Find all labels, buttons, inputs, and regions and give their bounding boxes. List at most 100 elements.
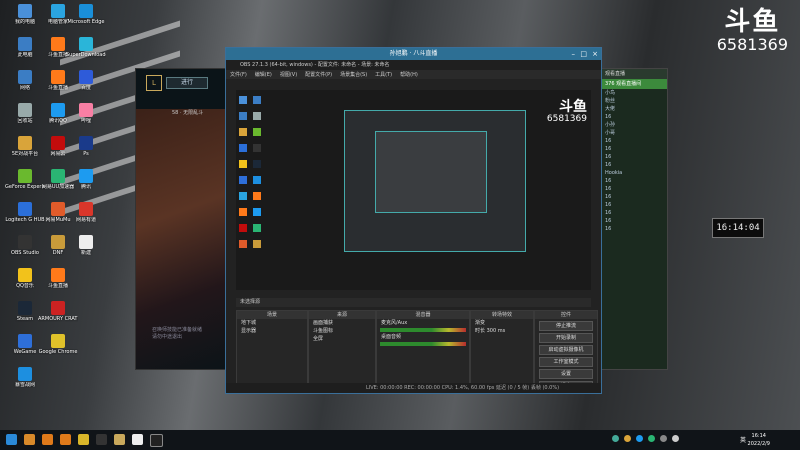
steam-icon xyxy=(18,301,32,315)
recycle-bin-icon xyxy=(18,103,32,117)
sources-item[interactable]: 全屏 xyxy=(309,335,375,343)
menu-item[interactable]: 文件(F) xyxy=(226,71,251,80)
mixer-item[interactable]: 麦克风/Aux xyxy=(377,319,469,327)
chrome-icon xyxy=(51,334,65,348)
sources-dock[interactable]: 来源 画面捕获 斗鱼图标 全屏 xyxy=(308,310,376,384)
desktop-icon[interactable]: 暴雪战网 xyxy=(5,367,45,388)
desktop-icon[interactable]: Ps xyxy=(66,136,106,157)
obs-preview[interactable]: 斗鱼 6581369 xyxy=(236,90,591,290)
chat-message: 16 xyxy=(605,162,612,168)
menu-item[interactable]: 场景集合(S) xyxy=(336,71,371,80)
taskbar-app-icon[interactable] xyxy=(114,434,125,445)
controls-item[interactable]: 工作室模式 xyxy=(539,357,593,367)
desktop-icon[interactable]: ARMOURY CRATE xyxy=(38,301,78,322)
controls-item[interactable]: 启动虚拟摄像机 xyxy=(539,345,593,355)
desktop-icon[interactable]: 网易有道 xyxy=(66,202,106,223)
controls-dock[interactable]: 控件 停止推流开始录制启动虚拟摄像机工作室模式设置退出 xyxy=(534,310,598,391)
tray-icon[interactable] xyxy=(660,435,667,442)
scenes-item[interactable]: 地下城 xyxy=(237,319,307,327)
menu-item[interactable]: 配置文件(P) xyxy=(301,71,336,80)
obs-caption-bar[interactable]: 孙旭鹏 · 八斗直播 – □ × xyxy=(226,48,601,60)
chat-message: 小鸟 xyxy=(605,90,616,96)
desktop-icon[interactable]: SuperDownloader xyxy=(66,37,106,58)
menu-item[interactable]: 帮助(H) xyxy=(396,71,422,80)
chat-window[interactable]: 观看直播 376 观看直播间 小鸟 粉丝 大佬 16 小孙 小哥 16 16 16 16 Hooki… xyxy=(600,68,668,370)
desktop-icon[interactable]: Google Chrome xyxy=(38,334,78,355)
desktop-icon-label: 暴雪战网 xyxy=(14,382,35,388)
taskbar-app-icon[interactable] xyxy=(24,434,35,445)
tray-icon[interactable] xyxy=(624,435,631,442)
transitions-dock[interactable]: 转场特效 渐变 时长 300 ms xyxy=(470,310,534,384)
shield-icon xyxy=(239,192,247,200)
douyu-icon xyxy=(253,192,261,200)
controls-item[interactable]: 设置 xyxy=(539,369,593,379)
douyu-icon xyxy=(51,70,65,84)
recycle-bin-icon xyxy=(253,112,261,120)
tray-icon[interactable] xyxy=(672,435,679,442)
minimize-icon[interactable]: – xyxy=(572,48,576,60)
taskbar-clock[interactable]: 16:14 2022/2/9 xyxy=(748,432,770,448)
sources-item[interactable]: 画面捕获 xyxy=(309,319,375,327)
taskbar-app-icon[interactable] xyxy=(60,434,71,445)
battlenet-icon xyxy=(18,367,32,381)
qq-icon xyxy=(253,208,261,216)
close-icon[interactable]: × xyxy=(592,48,598,60)
chat-message: 16 xyxy=(605,202,612,208)
desktop-icon[interactable]: 斗鱼直播 xyxy=(38,268,78,289)
chat-message: 粉丝 xyxy=(605,98,616,104)
mixer-dock[interactable]: 混音器 麦克风/Aux 桌面音频 xyxy=(376,310,470,384)
taskbar-app-icon[interactable] xyxy=(96,434,107,445)
sources-item[interactable]: 斗鱼图标 xyxy=(309,327,375,335)
network-icon xyxy=(18,70,32,84)
douyu-icon xyxy=(51,268,65,282)
tray-icon[interactable] xyxy=(648,435,655,442)
obs-window[interactable]: 孙旭鹏 · 八斗直播 – □ × OBS 27.1.3 (64-bit, win… xyxy=(225,47,602,394)
transitions-item[interactable]: 时长 300 ms xyxy=(471,327,533,335)
menu-item[interactable]: 视图(V) xyxy=(276,71,301,80)
desktop-icon-label: 斗鱼直播 xyxy=(47,283,68,289)
desktop-icon[interactable]: 腾讯 xyxy=(66,169,106,190)
volume-meter[interactable] xyxy=(380,342,466,346)
file-icon xyxy=(79,235,93,249)
context-bar: 未选择源 xyxy=(236,298,591,307)
computer-icon xyxy=(253,96,261,104)
tray-icon[interactable] xyxy=(612,435,619,442)
transitions-item[interactable]: 渐变 xyxy=(471,319,533,327)
desktop-icon-label: 百度 xyxy=(80,85,91,91)
lol-play-button[interactable]: 进行 xyxy=(166,77,208,89)
lol-note: 召唤师技能已准备就绪 请勿中途退出 xyxy=(152,327,203,340)
douyu-logo: 斗鱼 xyxy=(724,7,781,37)
volume-meter[interactable] xyxy=(380,328,466,332)
input-language[interactable]: 英 xyxy=(740,435,746,444)
computer-icon xyxy=(18,4,32,18)
start-icon[interactable] xyxy=(6,434,17,445)
lol-mode-label: 58 · 无限乱斗 xyxy=(172,110,204,116)
game-icon xyxy=(239,128,247,136)
chat-messages: 小鸟 粉丝 大佬 16 小孙 小哥 16 16 16 16 Hookia 16 16 16 16 16 16 16 xyxy=(601,89,667,233)
scenes-dock[interactable]: 场景 地下城 显示器 xyxy=(236,310,308,384)
taskbar: 英 16:14 2022/2/9 xyxy=(0,430,800,450)
taskbar-app-icon[interactable] xyxy=(78,434,89,445)
desktop-icon[interactable]: 新建 xyxy=(66,235,106,256)
tray-icon[interactable] xyxy=(636,435,643,442)
logitech-icon xyxy=(18,202,32,216)
lol-client-window[interactable]: L 进行 58 · 无限乱斗 召唤师技能已准备就绪 请勿中途退出 xyxy=(135,68,237,370)
desktop-icon[interactable]: Microsoft Edge xyxy=(66,4,106,25)
menu-item[interactable]: 编辑(E) xyxy=(251,71,276,80)
desktop-icon[interactable]: 百度 xyxy=(66,70,106,91)
mixer-item[interactable]: 桌面音频 xyxy=(377,333,469,341)
maximize-icon[interactable]: □ xyxy=(580,48,587,60)
controls-item[interactable]: 停止推流 xyxy=(539,321,593,331)
obs-taskbar-icon[interactable] xyxy=(150,434,163,447)
taskbar-app-icon[interactable] xyxy=(132,434,143,445)
taskbar-app-icon[interactable] xyxy=(42,434,53,445)
qq-icon xyxy=(79,169,93,183)
scenes-item[interactable]: 显示器 xyxy=(237,327,307,335)
chat-message: 16 xyxy=(605,154,612,160)
controls-item[interactable]: 开始录制 xyxy=(539,333,593,343)
menu-item[interactable]: 工具(T) xyxy=(371,71,396,80)
desktop-icon[interactable]: 哔哩 xyxy=(66,103,106,124)
preview-desktop-icons xyxy=(236,90,276,290)
obs-icon xyxy=(253,144,261,152)
computer-icon xyxy=(18,37,32,51)
